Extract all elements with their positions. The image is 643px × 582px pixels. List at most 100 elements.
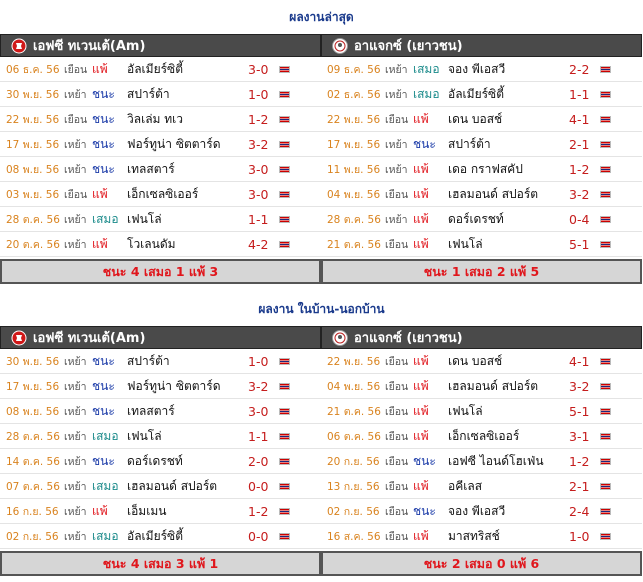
opponent-link[interactable]: เอ็มเมน <box>127 502 166 521</box>
match-row: 09 ธ.ค. 56 เหย้า เสมอ จอง พีเอสวี 2-2 <box>321 57 642 82</box>
opponent-link[interactable]: โวเลนดัม <box>127 235 176 254</box>
opponent-link[interactable]: ดอร์เดรชท์ <box>127 452 183 471</box>
opponent-link[interactable]: จอง พีเอสวี <box>448 60 505 79</box>
team-name[interactable]: เอฟซี ทเวนเต้(Am) <box>33 35 145 56</box>
opponent-link[interactable]: เทลสตาร์ <box>127 402 175 421</box>
match-date: 08 พ.ย. 56 <box>6 405 60 418</box>
flag-icon <box>600 191 611 198</box>
match-row: 21 ต.ค. 56 เยือน แพ้ เฟนโล่ 5-1 <box>321 399 642 424</box>
opponent-link[interactable]: เฟนโล่ <box>448 402 483 421</box>
flag-icon <box>279 508 290 515</box>
opponent-link[interactable]: สปาร์ต้า <box>127 85 170 104</box>
flag-icon <box>600 91 611 98</box>
opponent-link[interactable]: เอ็กเซลซิเออร์ <box>127 185 198 204</box>
match-score: 3-2 <box>248 136 269 152</box>
flag-icon <box>600 433 611 440</box>
match-date: 28 ต.ค. 56 <box>327 213 381 226</box>
opponent-link[interactable]: เอ็กเซลซิเออร์ <box>448 427 519 446</box>
result-label: แพ้ <box>413 161 429 176</box>
opponent-link[interactable]: เดน บอสช์ <box>448 352 502 371</box>
result-label: แพ้ <box>92 186 108 201</box>
opponent-link[interactable]: ฟอร์ทูน่า ซิตตาร์ด <box>127 135 221 154</box>
opponent-link[interactable]: เอฟซี ไอนด์โฮเฟ่น <box>448 452 544 471</box>
opponent-link[interactable]: จอง พีเอสวี <box>448 502 505 521</box>
opponent-link[interactable]: สปาร์ต้า <box>448 135 491 154</box>
home-away-label: เหย้า <box>64 480 87 493</box>
team-name[interactable]: เอฟซี ทเวนเต้(Am) <box>33 327 145 348</box>
opponent-link[interactable]: มาสทริสช์ <box>448 527 500 546</box>
flag-icon <box>600 533 611 540</box>
opponent-link[interactable]: ดอร์เดรชท์ <box>448 210 504 229</box>
match-score: 1-2 <box>248 503 269 519</box>
right-team-panel: อาแจกซ์ (เยาวชน) 22 พ.ย. 56 เยือน แพ้ เดน บอ… <box>321 326 642 576</box>
opponent-link[interactable]: เฮลมอนด์ สปอร์ต <box>448 377 538 396</box>
match-score: 2-0 <box>248 453 269 469</box>
match-score: 2-1 <box>569 478 590 494</box>
match-score: 1-1 <box>248 211 269 227</box>
match-date: 06 ธ.ค. 56 <box>6 63 60 76</box>
team-name[interactable]: อาแจกซ์ (เยาวชน) <box>354 327 463 348</box>
opponent-link[interactable]: อคีเลส <box>448 477 482 496</box>
result-label: เสมอ <box>413 61 440 76</box>
opponent-link[interactable]: เฮลมอนด์ สปอร์ต <box>127 477 217 496</box>
opponent-link[interactable]: เทลสตาร์ <box>127 160 175 179</box>
opponent-link[interactable]: ฟอร์ทูน่า ซิตตาร์ด <box>127 377 221 396</box>
match-row: 20 ต.ค. 56 เหย้า แพ้ โวเลนดัม 4-2 <box>0 232 321 257</box>
flag-icon <box>279 408 290 415</box>
match-date: 11 พ.ย. 56 <box>327 163 381 176</box>
match-date: 04 พ.ย. 56 <box>327 188 381 201</box>
match-date: 28 ต.ค. 56 <box>6 213 60 226</box>
match-score: 1-0 <box>569 528 590 544</box>
twente-crest-icon <box>11 38 27 54</box>
home-away-label: เหย้า <box>64 405 87 418</box>
result-label: ชนะ <box>92 403 115 418</box>
opponent-link[interactable]: เดน บอสช์ <box>448 110 502 129</box>
flag-icon <box>279 91 290 98</box>
result-label: แพ้ <box>413 211 429 226</box>
match-score: 3-2 <box>569 186 590 202</box>
match-date: 06 ต.ค. 56 <box>327 430 381 443</box>
match-date: 08 พ.ย. 56 <box>6 163 60 176</box>
match-score: 1-2 <box>569 453 590 469</box>
flag-icon <box>279 241 290 248</box>
result-label: แพ้ <box>413 403 429 418</box>
match-date: 07 ต.ค. 56 <box>6 480 60 493</box>
match-row: 08 พ.ย. 56 เหย้า ชนะ เทลสตาร์ 3-0 <box>0 157 321 182</box>
opponent-link[interactable]: เดอ กราฟสคัป <box>448 160 523 179</box>
opponent-link[interactable]: วิลเล่ม ทเว <box>127 110 183 129</box>
match-row: 28 ต.ค. 56 เหย้า เสมอ เฟนโล่ 1-1 <box>0 424 321 449</box>
opponent-link[interactable]: เฟนโล่ <box>127 210 162 229</box>
opponent-link[interactable]: อัลเมียร์ซิตี้ <box>448 85 504 104</box>
match-date: 28 ต.ค. 56 <box>6 430 60 443</box>
team-name[interactable]: อาแจกซ์ (เยาวชน) <box>354 35 463 56</box>
match-row: 16 ก.ย. 56 เหย้า แพ้ เอ็มเมน 1-2 <box>0 499 321 524</box>
flag-icon <box>279 116 290 123</box>
match-date: 21 ต.ค. 56 <box>327 405 381 418</box>
result-label: เสมอ <box>92 211 119 226</box>
match-row: 03 พ.ย. 56 เยือน แพ้ เอ็กเซลซิเออร์ 3-0 <box>0 182 321 207</box>
match-date: 17 พ.ย. 56 <box>327 138 381 151</box>
opponent-link[interactable]: สปาร์ต้า <box>127 352 170 371</box>
match-score: 3-1 <box>569 428 590 444</box>
match-row: 17 พ.ย. 56 เหย้า ชนะ ฟอร์ทูน่า ซิตตาร์ด 3-2 <box>0 374 321 399</box>
opponent-link[interactable]: เฟนโล่ <box>127 427 162 446</box>
match-score: 2-1 <box>569 136 590 152</box>
opponent-link[interactable]: เฟนโล่ <box>448 235 483 254</box>
match-score: 1-0 <box>248 353 269 369</box>
flag-icon <box>279 66 290 73</box>
result-label: ชนะ <box>92 86 115 101</box>
match-date: 09 ธ.ค. 56 <box>327 63 381 76</box>
flag-icon <box>279 216 290 223</box>
match-date: 02 ก.ย. 56 <box>327 505 380 518</box>
opponent-link[interactable]: อัลเมียร์ซิตี้ <box>127 527 183 546</box>
result-label: ชนะ <box>413 136 436 151</box>
match-row: 02 ก.ย. 56 เยือน ชนะ จอง พีเอสวี 2-4 <box>321 499 642 524</box>
opponent-link[interactable]: เฮลมอนด์ สปอร์ต <box>448 185 538 204</box>
match-score: 2-2 <box>569 61 590 77</box>
match-date: 17 พ.ย. 56 <box>6 380 60 393</box>
home-away-label: เหย้า <box>64 380 87 393</box>
opponent-link[interactable]: อัลเมียร์ซิตี้ <box>127 60 183 79</box>
result-label: แพ้ <box>413 378 429 393</box>
home-away-label: เยือน <box>385 480 409 493</box>
match-row: 06 ธ.ค. 56 เยือน แพ้ อัลเมียร์ซิตี้ 3-0 <box>0 57 321 82</box>
